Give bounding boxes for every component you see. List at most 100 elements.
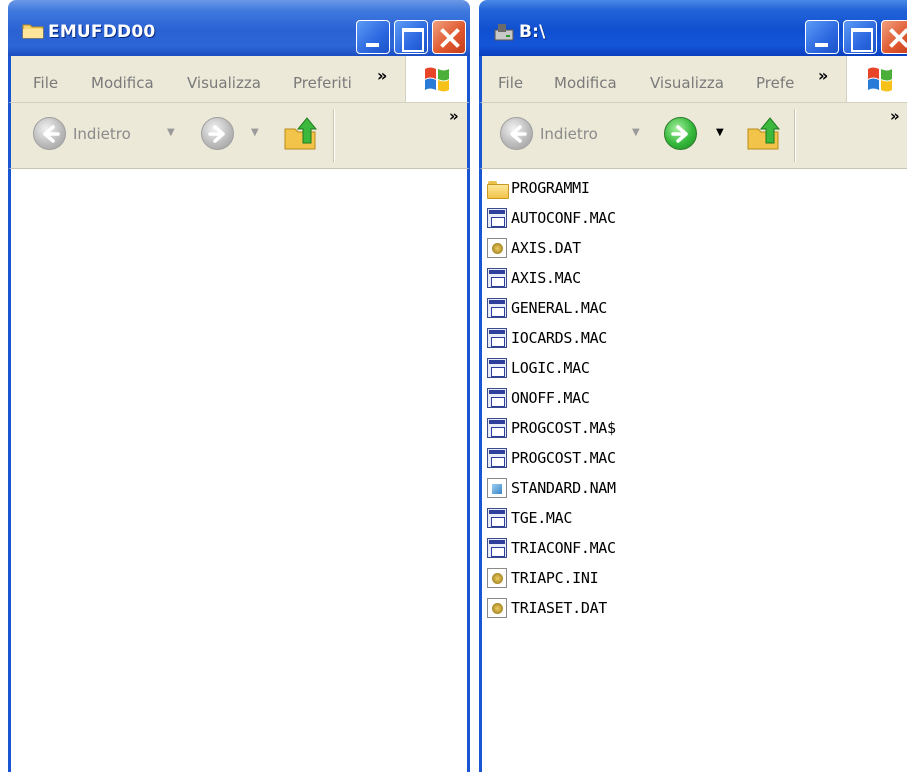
toolbar-separator bbox=[333, 109, 334, 162]
close-button[interactable] bbox=[432, 20, 466, 54]
windows-logo-area bbox=[405, 56, 467, 102]
ini-file-icon bbox=[487, 568, 507, 588]
forward-dropdown-icon[interactable]: ▼ bbox=[716, 127, 724, 138]
file-item[interactable]: ONOFF.MAC bbox=[487, 383, 616, 413]
explorer-window-emufdd00: EMUFDD00 File Modifica Visualizza Prefer… bbox=[8, 0, 470, 772]
minimize-button[interactable] bbox=[805, 20, 839, 54]
navigation-toolbar: Indietro ▼ ▼ » bbox=[8, 103, 470, 169]
file-item[interactable]: TGE.MAC bbox=[487, 503, 616, 533]
file-item[interactable]: PROGCOST.MA$ bbox=[487, 413, 616, 443]
folder-up-icon[interactable] bbox=[744, 113, 784, 153]
dat-file-icon bbox=[487, 238, 507, 258]
folder-icon bbox=[487, 178, 509, 199]
window-title: B:\ bbox=[519, 22, 546, 42]
title-bar[interactable]: B:\ bbox=[479, 0, 907, 56]
file-item[interactable]: AXIS.DAT bbox=[487, 233, 616, 263]
windows-logo-icon bbox=[868, 67, 892, 92]
file-name: ONOFF.MAC bbox=[511, 389, 590, 407]
file-name: TRIACONF.MAC bbox=[511, 539, 616, 557]
file-item[interactable]: PROGCOST.MAC bbox=[487, 443, 616, 473]
back-label[interactable]: Indietro bbox=[73, 125, 131, 143]
window-title: EMUFDD00 bbox=[48, 22, 156, 42]
toolbar-separator bbox=[794, 109, 795, 162]
title-bar[interactable]: EMUFDD00 bbox=[8, 0, 470, 56]
file-name: IOCARDS.MAC bbox=[511, 329, 608, 347]
file-name: LOGIC.MAC bbox=[511, 359, 590, 377]
windows-logo-icon bbox=[425, 67, 449, 92]
file-list: PROGRAMMI AUTOCONF.MAC AXIS.DAT AXIS.MAC GEN… bbox=[487, 173, 616, 623]
menu-visualizza[interactable]: Visualizza bbox=[650, 74, 724, 92]
menu-file[interactable]: File bbox=[498, 74, 523, 92]
file-name: AUTOCONF.MAC bbox=[511, 209, 616, 227]
menu-preferiti[interactable]: Prefe bbox=[756, 74, 794, 92]
back-button[interactable] bbox=[500, 117, 533, 150]
forward-arrow-icon bbox=[208, 125, 225, 143]
menu-modifica[interactable]: Modifica bbox=[554, 74, 617, 92]
file-name: GENERAL.MAC bbox=[511, 299, 608, 317]
menu-bar: File Modifica Visualizza Prefe » bbox=[479, 56, 907, 103]
mac-file-icon bbox=[487, 508, 507, 528]
file-name: PROGCOST.MA$ bbox=[511, 419, 616, 437]
back-dropdown-icon[interactable]: ▼ bbox=[632, 127, 640, 138]
mac-file-icon bbox=[487, 388, 507, 408]
explorer-window-drive-b: B:\ File Modifica Visualizza Prefe » Ind… bbox=[479, 0, 907, 772]
toolbar-more-chevron[interactable]: » bbox=[890, 107, 900, 125]
folder-icon bbox=[22, 22, 44, 44]
file-item[interactable]: STANDARD.NAM bbox=[487, 473, 616, 503]
maximize-button[interactable] bbox=[394, 20, 428, 54]
file-name: TGE.MAC bbox=[511, 509, 573, 527]
forward-button[interactable] bbox=[201, 117, 234, 150]
file-item[interactable]: IOCARDS.MAC bbox=[487, 323, 616, 353]
minimize-button[interactable] bbox=[356, 20, 390, 54]
folder-up-icon[interactable] bbox=[281, 113, 321, 153]
mac-file-icon bbox=[487, 208, 507, 228]
file-item[interactable]: AUTOCONF.MAC bbox=[487, 203, 616, 233]
file-name: PROGRAMMI bbox=[511, 179, 590, 197]
back-arrow-icon bbox=[510, 125, 527, 143]
file-name: AXIS.MAC bbox=[511, 269, 581, 287]
close-button[interactable] bbox=[881, 20, 907, 54]
mac-file-icon bbox=[487, 418, 507, 438]
forward-dropdown-icon[interactable]: ▼ bbox=[251, 127, 259, 138]
file-item[interactable]: TRIACONF.MAC bbox=[487, 533, 616, 563]
file-item[interactable]: PROGRAMMI bbox=[487, 173, 616, 203]
toolbar-more-chevron[interactable]: » bbox=[449, 107, 459, 125]
file-item[interactable]: LOGIC.MAC bbox=[487, 353, 616, 383]
mac-file-icon bbox=[487, 298, 507, 318]
file-name: TRIASET.DAT bbox=[511, 599, 608, 617]
mac-file-icon bbox=[487, 328, 507, 348]
maximize-button[interactable] bbox=[843, 20, 877, 54]
floppy-drive-icon bbox=[493, 22, 515, 46]
file-item[interactable]: GENERAL.MAC bbox=[487, 293, 616, 323]
mac-file-icon bbox=[487, 268, 507, 288]
file-name: PROGCOST.MAC bbox=[511, 449, 616, 467]
windows-logo-area bbox=[846, 56, 907, 102]
navigation-toolbar: Indietro ▼ ▼ » bbox=[479, 103, 907, 169]
forward-button[interactable] bbox=[664, 117, 697, 150]
mac-file-icon bbox=[487, 538, 507, 558]
mac-file-icon bbox=[487, 448, 507, 468]
nam-file-icon bbox=[487, 478, 507, 498]
menu-preferiti[interactable]: Preferiti bbox=[293, 74, 352, 92]
menu-more-chevron[interactable]: » bbox=[818, 66, 828, 85]
file-name: STANDARD.NAM bbox=[511, 479, 616, 497]
menu-visualizza[interactable]: Visualizza bbox=[187, 74, 261, 92]
menu-more-chevron[interactable]: » bbox=[377, 66, 387, 85]
file-name: TRIAPC.INI bbox=[511, 569, 599, 587]
back-label[interactable]: Indietro bbox=[540, 125, 598, 143]
file-item[interactable]: AXIS.MAC bbox=[487, 263, 616, 293]
forward-arrow-icon bbox=[671, 125, 688, 143]
file-item[interactable]: TRIASET.DAT bbox=[487, 593, 616, 623]
file-item[interactable]: TRIAPC.INI bbox=[487, 563, 616, 593]
dat-file-icon bbox=[487, 598, 507, 618]
menu-modifica[interactable]: Modifica bbox=[91, 74, 154, 92]
file-view-empty[interactable] bbox=[8, 169, 470, 772]
back-button[interactable] bbox=[33, 117, 66, 150]
back-arrow-icon bbox=[43, 125, 60, 143]
file-view: PROGRAMMI AUTOCONF.MAC AXIS.DAT AXIS.MAC GEN… bbox=[479, 169, 907, 772]
file-name: AXIS.DAT bbox=[511, 239, 581, 257]
menu-bar: File Modifica Visualizza Preferiti » bbox=[8, 56, 470, 103]
menu-file[interactable]: File bbox=[33, 74, 58, 92]
back-dropdown-icon[interactable]: ▼ bbox=[167, 127, 175, 138]
mac-file-icon bbox=[487, 358, 507, 378]
